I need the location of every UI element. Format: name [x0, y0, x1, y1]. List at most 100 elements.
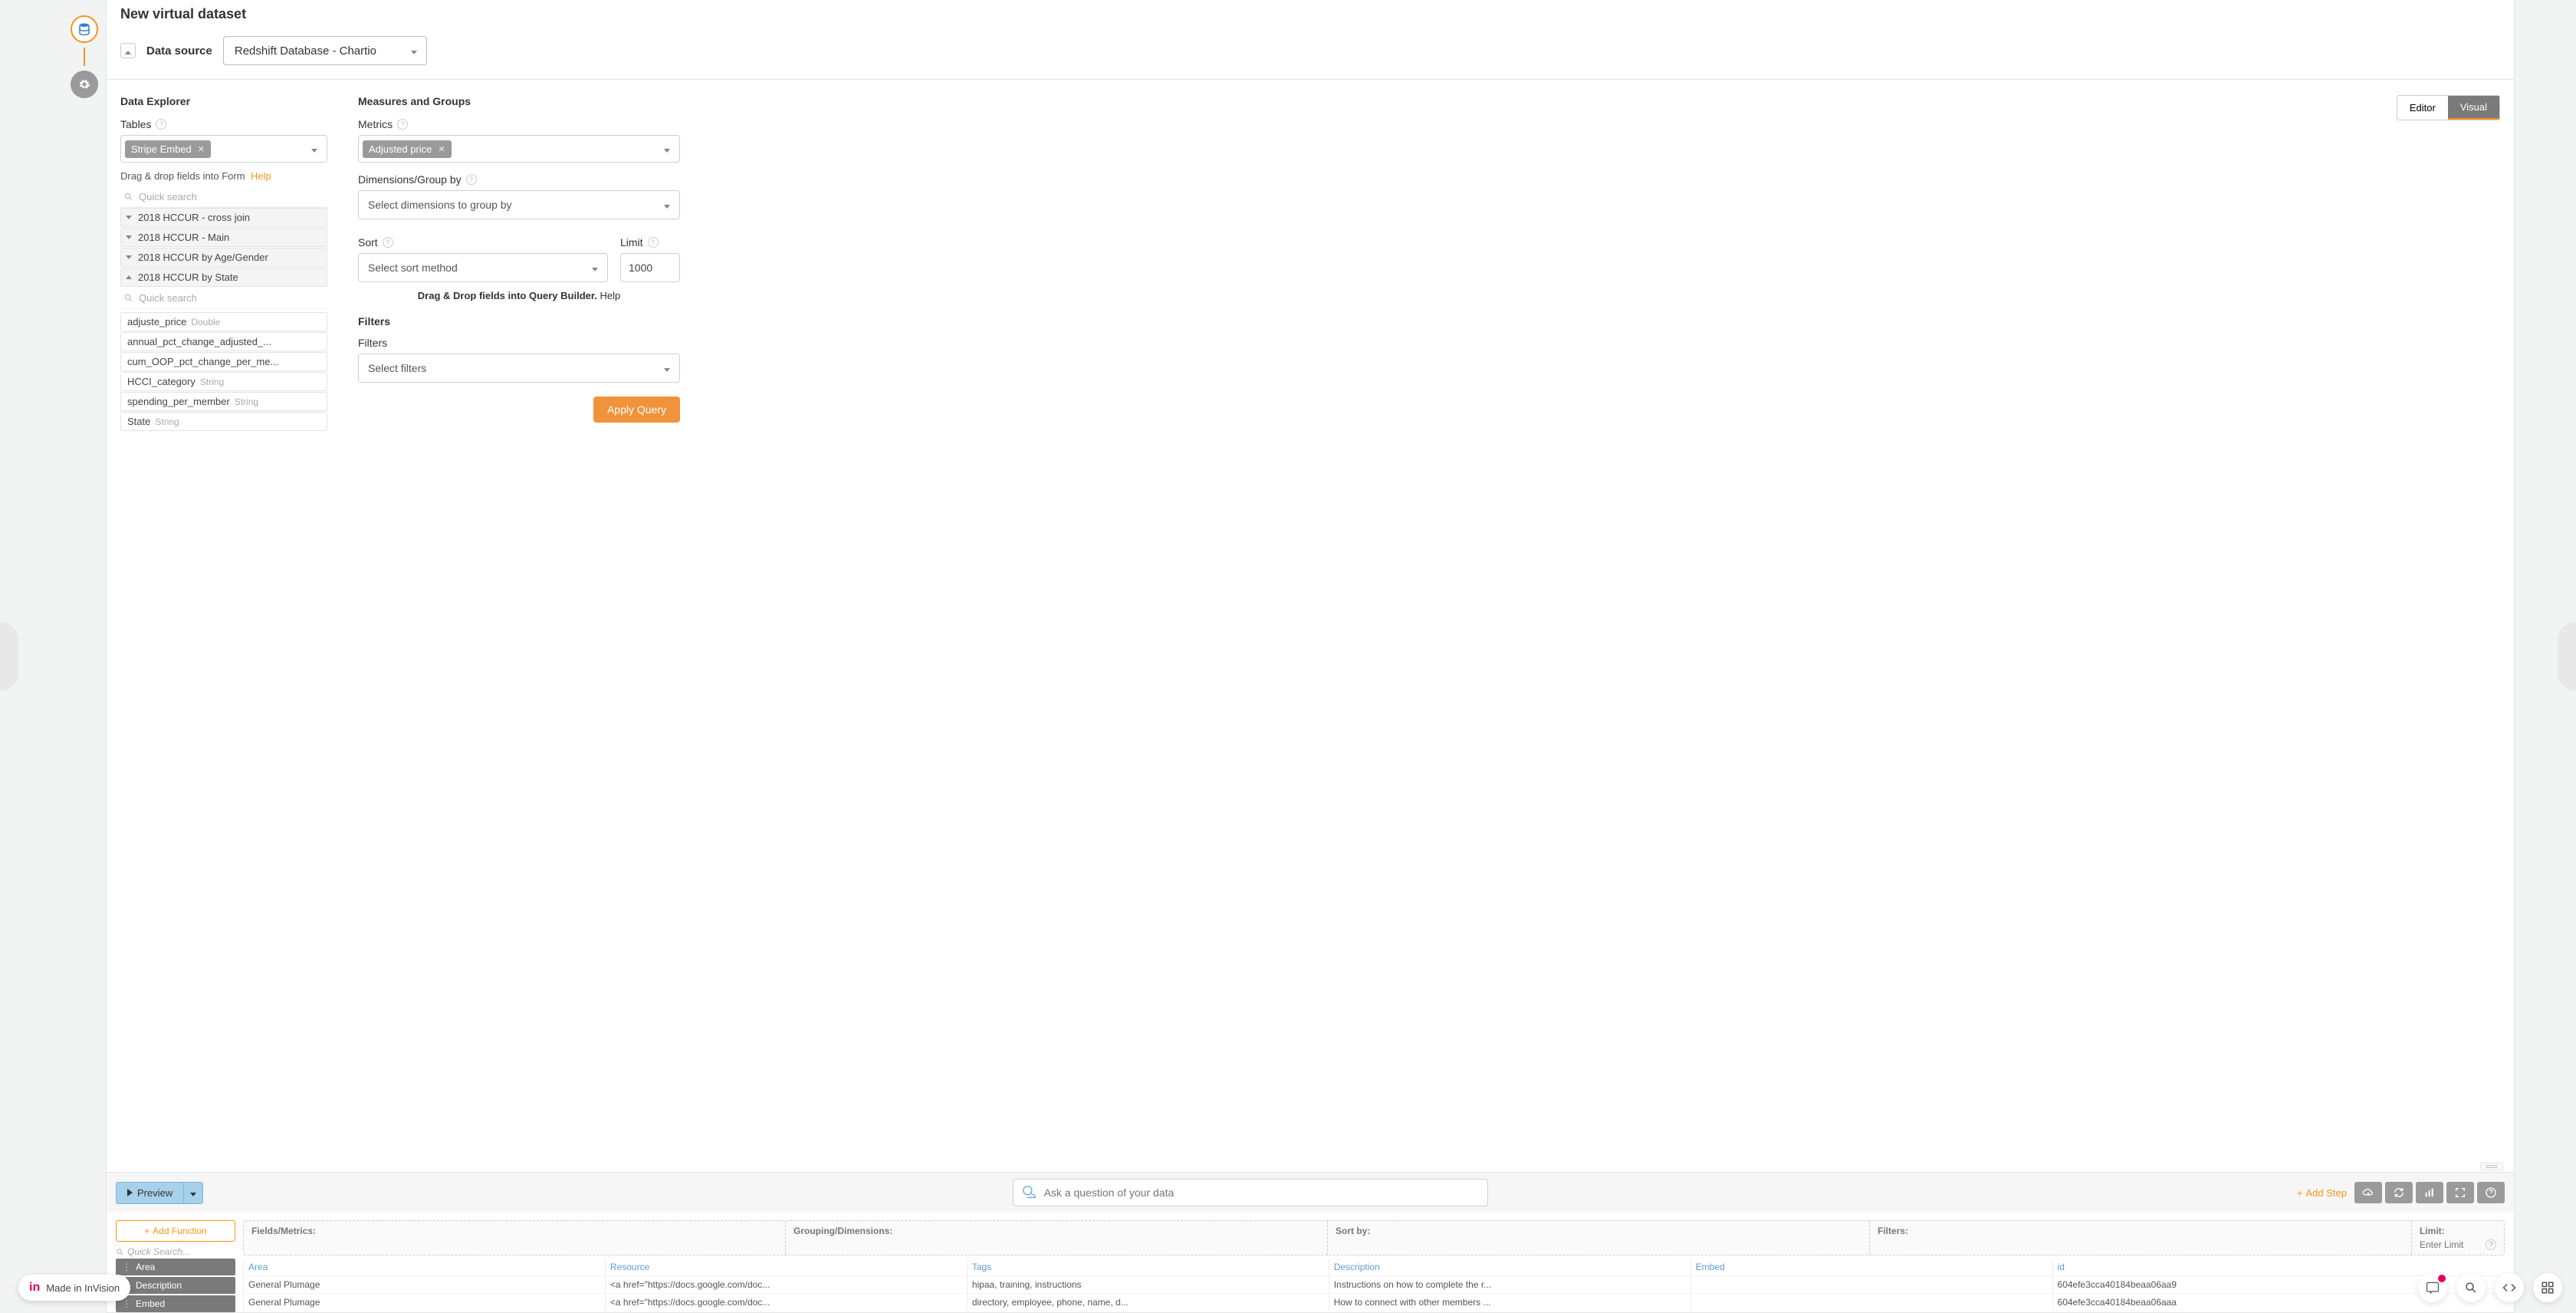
- help-link[interactable]: Help: [251, 170, 271, 182]
- field-item[interactable]: HCCI_categoryString: [120, 372, 327, 391]
- tree-item[interactable]: 2018 HCCUR - Main: [120, 228, 327, 247]
- help-icon[interactable]: ?: [397, 119, 408, 130]
- tables-chip: Stripe Embed ✕: [125, 140, 211, 158]
- search-icon: [116, 1248, 124, 1256]
- col-header[interactable]: Area: [244, 1259, 606, 1276]
- table-row[interactable]: General Plumage <a href="https://docs.go…: [244, 1294, 2505, 1311]
- chat-profile-icon: [1021, 1184, 1038, 1201]
- comment-tool-button[interactable]: [2418, 1273, 2447, 1302]
- limit-input-bottom[interactable]: [2420, 1239, 2473, 1250]
- tables-label: Tables: [120, 118, 151, 130]
- tables-select[interactable]: Stripe Embed ✕: [120, 135, 327, 163]
- gear-icon: [78, 78, 90, 90]
- collapse-datasource-button[interactable]: [120, 43, 136, 58]
- filters-section-header: Filters: [358, 315, 680, 327]
- metrics-label: Metrics: [358, 118, 393, 130]
- dropzone-limit[interactable]: Limit: ?: [2412, 1221, 2504, 1255]
- field-search-top[interactable]: Quick search: [120, 186, 327, 208]
- panel-resize-handle[interactable]: [107, 1164, 2514, 1172]
- function-item[interactable]: Description: [116, 1277, 235, 1294]
- col-header[interactable]: Tags: [967, 1259, 1329, 1276]
- drag-hint: Drag & drop fields into Form: [120, 170, 245, 182]
- table-row[interactable]: General Plumage <a href="https://docs.go…: [244, 1276, 2505, 1294]
- measures-header: Measures and Groups: [358, 95, 680, 107]
- function-search[interactable]: Quick Search...: [116, 1246, 235, 1257]
- settings-button[interactable]: [71, 71, 98, 98]
- database-icon: [77, 22, 91, 36]
- help-icon[interactable]: ?: [2486, 1239, 2496, 1250]
- mode-visual-tab[interactable]: Visual: [2448, 96, 2499, 120]
- grid-icon: [2541, 1281, 2555, 1295]
- filters-label: Filters: [358, 337, 387, 349]
- mode-editor-tab[interactable]: Editor: [2397, 96, 2448, 120]
- question-icon: [2485, 1186, 2497, 1199]
- field-item[interactable]: annual_pct_change_adjusted_...: [120, 332, 327, 351]
- search-icon: [123, 293, 133, 303]
- datasource-label: Data source: [146, 44, 212, 58]
- col-header[interactable]: Resource: [605, 1259, 967, 1276]
- search-tool-button[interactable]: [2456, 1273, 2486, 1302]
- plus-icon: +: [2297, 1187, 2303, 1199]
- chevron-down-icon: [664, 143, 670, 155]
- ask-input[interactable]: [1044, 1186, 1480, 1199]
- metrics-select[interactable]: Adjusted price ✕: [358, 135, 680, 163]
- sort-label: Sort: [358, 236, 378, 248]
- close-icon[interactable]: ✕: [198, 144, 205, 154]
- code-tool-button[interactable]: [2495, 1273, 2524, 1302]
- field-item[interactable]: cum_OOP_pct_change_per_me...: [120, 352, 327, 371]
- field-item[interactable]: adjuste_priceDouble: [120, 312, 327, 331]
- help-button[interactable]: [2477, 1182, 2505, 1203]
- next-page-notch[interactable]: [2558, 622, 2576, 691]
- tree-item[interactable]: 2018 HCCUR by State: [120, 268, 327, 287]
- rail-connector: [84, 48, 85, 66]
- grid-tool-button[interactable]: [2533, 1273, 2562, 1302]
- expand-button[interactable]: [2446, 1182, 2474, 1203]
- dropzone-fields[interactable]: Fields/Metrics:: [244, 1221, 786, 1255]
- datasource-select[interactable]: Redshift Database - Chartio: [223, 36, 427, 65]
- field-search-bottom[interactable]: Quick search: [120, 288, 327, 309]
- close-icon[interactable]: ✕: [438, 144, 445, 154]
- play-icon: [127, 1187, 133, 1199]
- help-icon[interactable]: ?: [648, 237, 659, 248]
- chevron-down-icon: [126, 213, 132, 222]
- dropzone-filters[interactable]: Filters:: [1870, 1221, 2412, 1255]
- function-item[interactable]: Embed: [116, 1295, 235, 1312]
- notification-dot: [2438, 1275, 2446, 1282]
- limit-input[interactable]: [620, 253, 680, 282]
- add-step-button[interactable]: +Add Step: [2297, 1187, 2347, 1199]
- cloud-download-button[interactable]: [2354, 1182, 2382, 1203]
- dropzone-grouping[interactable]: Grouping/Dimensions:: [786, 1221, 1328, 1255]
- dimensions-select[interactable]: Select dimensions to group by: [358, 190, 680, 219]
- tree-item[interactable]: 2018 HCCUR by Age/Gender: [120, 248, 327, 267]
- chart-button[interactable]: [2416, 1182, 2443, 1203]
- field-item[interactable]: StateString: [120, 412, 327, 431]
- plus-icon: +: [144, 1226, 150, 1236]
- function-item[interactable]: Area: [116, 1259, 235, 1275]
- preview-button[interactable]: Preview: [116, 1182, 183, 1204]
- refresh-button[interactable]: [2385, 1182, 2413, 1203]
- chevron-down-icon: [664, 362, 670, 374]
- app-logo[interactable]: [71, 15, 98, 43]
- add-function-button[interactable]: +Add Function: [116, 1220, 235, 1242]
- help-icon[interactable]: ?: [156, 119, 166, 130]
- dnd-help[interactable]: Help: [600, 290, 620, 301]
- chevron-down-icon: [190, 1187, 196, 1199]
- filters-select[interactable]: Select filters: [358, 354, 680, 383]
- apply-query-button[interactable]: Apply Query: [593, 397, 680, 423]
- help-icon[interactable]: ?: [466, 174, 477, 185]
- preview-dropdown[interactable]: [183, 1182, 203, 1204]
- invision-badge[interactable]: in Made in InVision: [18, 1275, 130, 1301]
- col-header[interactable]: Embed: [1691, 1259, 2052, 1276]
- prev-page-notch[interactable]: [0, 622, 18, 691]
- dropzone-sort[interactable]: Sort by:: [1328, 1221, 1870, 1255]
- expand-icon: [2454, 1186, 2466, 1199]
- sort-select[interactable]: Select sort method: [358, 253, 608, 282]
- help-icon[interactable]: ?: [383, 237, 393, 248]
- col-header[interactable]: Description: [1329, 1259, 1691, 1276]
- field-item[interactable]: spending_per_memberString: [120, 392, 327, 411]
- metrics-chip: Adjusted price ✕: [363, 140, 452, 158]
- bar-chart-icon: [2423, 1186, 2436, 1199]
- cloud-download-icon: [2362, 1186, 2374, 1199]
- tree-item[interactable]: 2018 HCCUR - cross join: [120, 208, 327, 227]
- search-icon: [123, 192, 133, 202]
